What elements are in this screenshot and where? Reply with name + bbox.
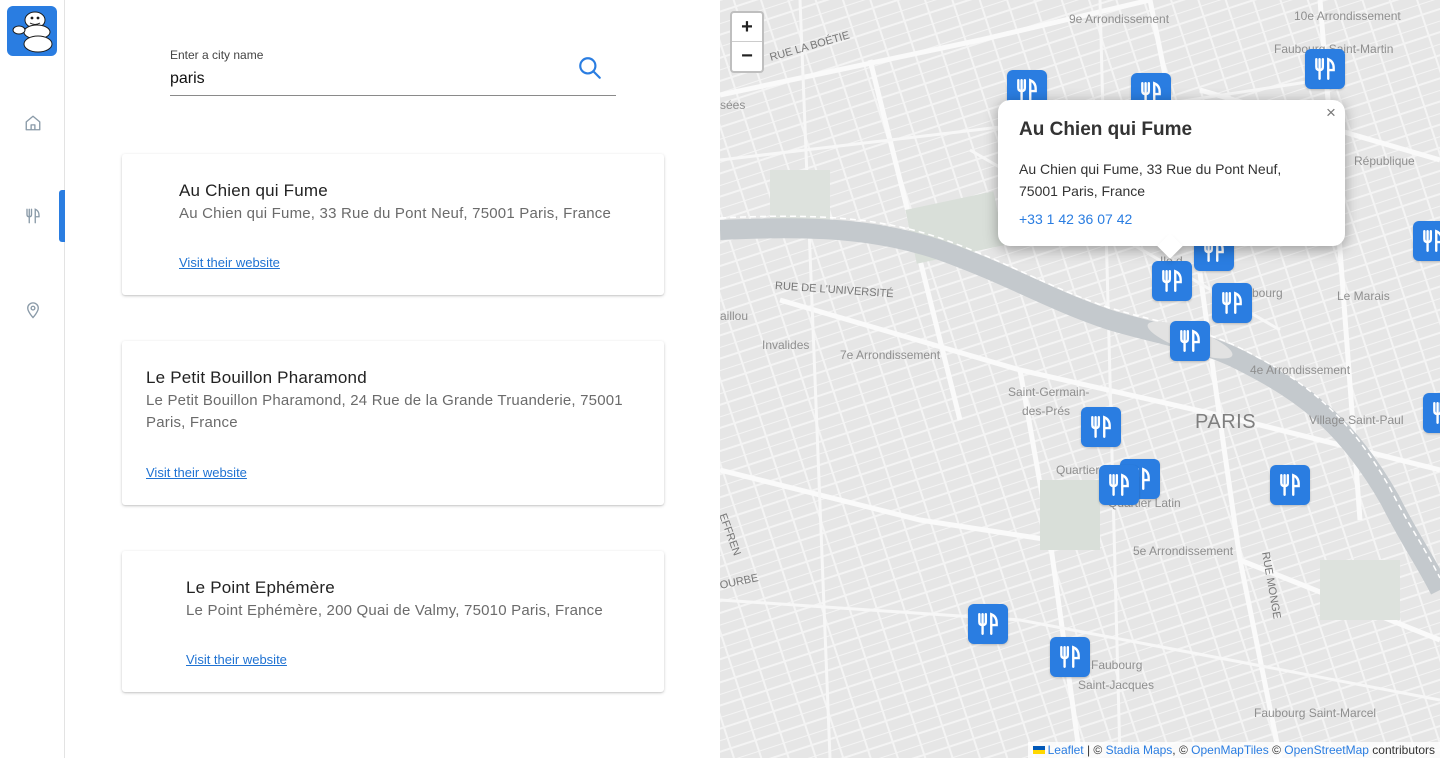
nav-restaurants[interactable] xyxy=(0,190,65,242)
map-label: Invalides xyxy=(762,338,810,352)
restaurant-marker[interactable] xyxy=(1050,637,1090,677)
map-label: Saint-Jacques xyxy=(1078,678,1155,692)
michelin-bibendum-logo[interactable] xyxy=(7,6,57,56)
city-search: Enter a city name xyxy=(170,46,616,96)
map-label-paris: PARIS xyxy=(1195,411,1257,433)
zoom-out-button[interactable]: − xyxy=(732,42,762,71)
location-pin-icon xyxy=(26,302,39,319)
restaurant-card[interactable]: Le Petit Bouillon Pharamond Le Petit Bou… xyxy=(122,341,664,505)
restaurant-icon xyxy=(25,208,40,224)
fork-knife-icon xyxy=(1280,473,1300,496)
popup-phone-link[interactable]: +33 1 42 36 07 42 xyxy=(1019,211,1132,227)
map[interactable]: 9e Arrondissement 10e Arrondissement Fau… xyxy=(720,0,1440,758)
restaurant-address: Au Chien qui Fume, 33 Rue du Pont Neuf, … xyxy=(179,205,612,222)
search-input[interactable] xyxy=(170,68,560,90)
restaurant-marker[interactable] xyxy=(1152,261,1192,301)
restaurant-card[interactable]: Au Chien qui Fume Au Chien qui Fume, 33 … xyxy=(122,154,664,295)
restaurant-name: Au Chien qui Fume xyxy=(179,181,328,200)
popup-address-line1: Au Chien qui Fume, 33 Rue du Pont Neuf, xyxy=(1019,161,1282,177)
map-label: sées xyxy=(720,98,746,112)
map-attribution: Leaflet | © Stadia Maps, © OpenMapTiles … xyxy=(1027,742,1440,758)
zoom-in-button[interactable]: + xyxy=(732,13,762,42)
home-icon xyxy=(25,115,40,131)
fork-knife-icon xyxy=(1433,402,1440,424)
fork-knife-icon xyxy=(1222,291,1242,314)
restaurant-marker[interactable] xyxy=(1081,407,1121,447)
visit-website-link[interactable]: Visit their website xyxy=(186,652,287,667)
leaflet-link[interactable]: Leaflet xyxy=(1048,743,1084,757)
fork-knife-icon xyxy=(978,612,998,635)
visit-website-link[interactable]: Visit their website xyxy=(179,255,280,270)
openstreetmap-link[interactable]: OpenStreetMap xyxy=(1284,743,1369,757)
search-icon xyxy=(579,57,601,79)
ukraine-flag-icon xyxy=(1032,746,1045,754)
restaurant-marker[interactable] xyxy=(1212,283,1252,323)
popup-address-line2: 75001 Paris, France xyxy=(1019,183,1146,199)
map-label: République xyxy=(1354,154,1415,168)
restaurant-marker[interactable] xyxy=(1413,221,1440,261)
fork-knife-icon xyxy=(1180,329,1200,352)
map-label: 4e Arrondissement xyxy=(1250,363,1351,377)
search-label: Enter a city name xyxy=(170,48,264,62)
restaurant-name: Le Point Ephémère xyxy=(186,578,335,597)
visit-website-link[interactable]: Visit their website xyxy=(146,465,247,480)
map-label: Faubourg Saint-Marcel xyxy=(1254,706,1377,720)
restaurant-address: Le Point Ephémère, 200 Quai de Valmy, 75… xyxy=(186,602,603,619)
restaurant-marker[interactable] xyxy=(1305,49,1345,89)
sidebar xyxy=(0,0,65,758)
map-label: Saint-Germain- xyxy=(1008,385,1090,399)
map-label: Le Marais xyxy=(1337,289,1390,303)
map-label: 10e Arrondissement xyxy=(1294,9,1401,23)
nav-home[interactable] xyxy=(0,97,65,149)
attribution-text: | © xyxy=(1083,743,1106,757)
fork-knife-icon xyxy=(1091,415,1111,438)
attribution-text: © xyxy=(1268,743,1285,757)
search-button[interactable] xyxy=(576,54,604,82)
map-label: 7e Arrondissement xyxy=(840,348,941,362)
restaurant-popup: × Au Chien qui Fume Au Chien qui Fume, 3… xyxy=(998,100,1345,246)
restaurant-address-line2: Paris, France xyxy=(146,414,238,431)
map-label: aillou xyxy=(720,309,749,323)
zoom-control: + − xyxy=(730,11,764,73)
fork-knife-icon xyxy=(1423,229,1440,252)
popup-close-button[interactable]: × xyxy=(1323,103,1339,122)
restaurant-marker[interactable] xyxy=(1170,321,1210,361)
popup-address: Au Chien qui Fume, 33 Rue du Pont Neuf, … xyxy=(1019,158,1319,202)
attribution-text: , © xyxy=(1172,743,1192,757)
map-label: Faubourg xyxy=(1091,658,1143,672)
restaurant-marker[interactable] xyxy=(1099,465,1139,505)
restaurant-card[interactable]: Le Point Ephémère Le Point Ephémère, 200… xyxy=(122,551,664,692)
restaurant-address: Le Petit Bouillon Pharamond, 24 Rue de l… xyxy=(146,392,623,409)
attribution-text: contributors xyxy=(1368,743,1435,757)
map-label: bourg xyxy=(1252,286,1283,300)
openmaptiles-link[interactable]: OpenMapTiles xyxy=(1191,743,1269,757)
fork-knife-icon xyxy=(1109,473,1129,496)
fork-knife-icon xyxy=(1060,645,1080,668)
fork-knife-icon xyxy=(1162,269,1182,292)
popup-title: Au Chien qui Fume xyxy=(1019,119,1193,140)
results-panel: Enter a city name Au Chien qui Fume Au C… xyxy=(65,0,720,758)
restaurant-marker[interactable] xyxy=(968,604,1008,644)
fork-knife-icon xyxy=(1315,57,1335,80)
nav-locations[interactable] xyxy=(0,284,65,336)
map-label: Quartier xyxy=(1056,463,1100,477)
map-label: 5e Arrondissement xyxy=(1133,544,1234,558)
stadia-link[interactable]: Stadia Maps xyxy=(1106,743,1173,757)
restaurant-marker[interactable] xyxy=(1423,393,1440,433)
restaurant-name: Le Petit Bouillon Pharamond xyxy=(146,368,367,387)
restaurant-marker[interactable] xyxy=(1270,465,1310,505)
map-label: des-Prés xyxy=(1022,404,1071,418)
map-label: 9e Arrondissement xyxy=(1069,12,1170,26)
map-label: Village Saint-Paul xyxy=(1309,413,1404,427)
